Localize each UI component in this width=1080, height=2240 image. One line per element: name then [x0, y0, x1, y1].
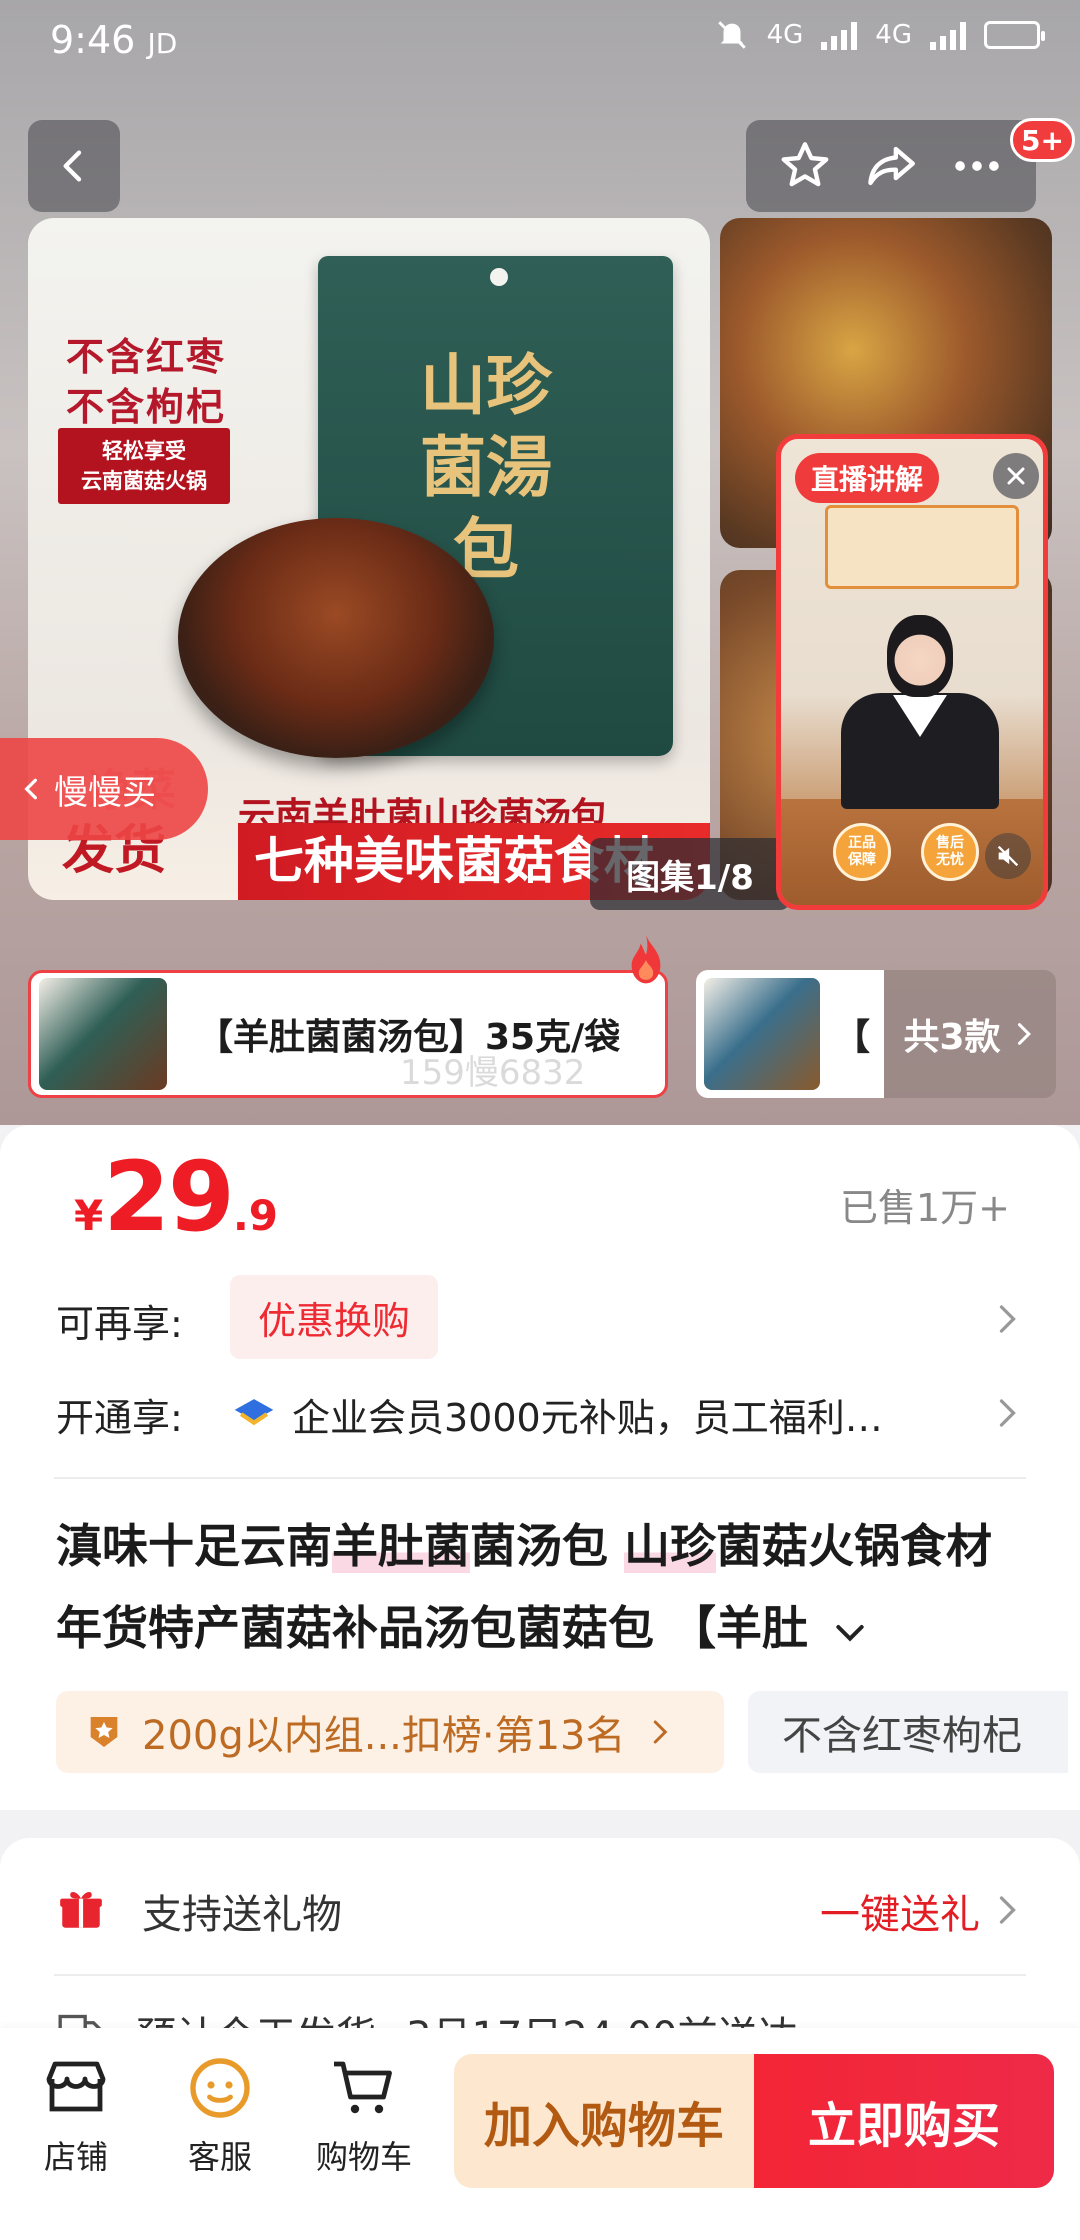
chevron-right-icon[interactable] [988, 1892, 1024, 1928]
signal-icon [930, 20, 966, 50]
product-info-card: ¥ 29 .9 已售1万+ 可再享: 优惠换购 开通享: 企业会员3000元补贴… [0, 1125, 1080, 1810]
customer-service-button[interactable]: 客服 [160, 2052, 280, 2178]
ranking-chip[interactable]: 200g以内组...扣榜·第13名 [56, 1691, 724, 1773]
title-part: 滇味十足云南 [56, 1519, 332, 1573]
divider [54, 1974, 1026, 1976]
trade-in-chip[interactable]: 优惠换购 [230, 1275, 439, 1359]
network-1: 4G [766, 20, 804, 50]
divider [54, 1477, 1026, 1479]
title-highlight: 羊肚菌 [332, 1519, 470, 1573]
chevron-right-icon[interactable] [988, 1395, 1024, 1431]
chevron-left-icon [63, 150, 82, 182]
variant-option-2[interactable]: 【 [696, 970, 884, 1098]
product-gallery[interactable]: 不含红枣 不含枸杞 轻松享受 云南菌菇火锅 山珍 菌湯包 净菜 云南羊肚菌山珍菌… [0, 0, 1080, 1125]
share-icon [868, 146, 915, 186]
back-button[interactable] [28, 120, 120, 212]
cart-button[interactable]: 购物车 [304, 2052, 424, 2178]
more-button[interactable] [948, 137, 1006, 195]
variant-thumbnail [39, 978, 167, 1090]
top-action-bar [746, 120, 1036, 212]
favorite-button[interactable] [776, 137, 834, 195]
cart-label: 购物车 [315, 2138, 412, 2176]
member-benefit-label: 开通享: [56, 1396, 183, 1440]
star-icon [781, 142, 829, 187]
gift-support-label: 支持送礼物 [142, 1892, 342, 1938]
variant-label: 【 [834, 1017, 871, 1058]
claim-no-goji: 不含枸杞 [66, 387, 227, 429]
variant-more-button[interactable]: 共3款 [884, 970, 1056, 1098]
presenter-head [887, 615, 953, 697]
battery-icon [984, 21, 1045, 49]
chevron-down-icon[interactable] [830, 1612, 870, 1652]
live-badge-aftersales: 售后 无忧 [921, 823, 979, 881]
mute-icon [997, 845, 1019, 867]
chevron-right-icon [1017, 1023, 1031, 1045]
rank-badge-icon [90, 1717, 118, 1747]
bag-hole [490, 268, 508, 286]
buy-now-button[interactable]: 立即购买 [754, 2054, 1054, 2188]
gift-icon [60, 1892, 102, 1928]
live-screen [825, 505, 1019, 589]
live-stream-window[interactable]: 直播讲解 正品 保障 售后 无忧 [776, 434, 1048, 910]
price: ¥ 29 .9 [74, 1141, 278, 1253]
soup-bowl-image [178, 518, 494, 758]
sold-count: 已售1万+ [839, 1186, 1010, 1230]
close-icon [1007, 467, 1025, 485]
status-icons: 4G 4G [715, 18, 1045, 52]
live-mute-button[interactable] [985, 833, 1031, 879]
claim-tag: 轻松享受 云南菌菇火锅 [58, 428, 230, 504]
share-button[interactable] [862, 137, 920, 195]
slow-buy-pill[interactable]: 慢慢买 [0, 738, 208, 840]
service-icon [190, 2058, 250, 2118]
slow-buy-label: 慢慢买 [54, 772, 156, 813]
store-label: 店铺 [43, 2138, 108, 2176]
service-label: 客服 [187, 2138, 252, 2176]
signal-icon [821, 20, 858, 50]
feature-tag-chip[interactable]: 不含红枣枸杞 [748, 1691, 1068, 1773]
variant-strip: 【羊肚菌菌汤包】35克/袋 【 共3款 159慢6832 [0, 934, 1080, 1125]
network-2: 4G [875, 20, 912, 50]
chevron-right-icon[interactable] [988, 1301, 1024, 1337]
flame-icon [631, 934, 661, 984]
enterprise-member-icon [234, 1399, 274, 1426]
claim-no-dates: 不含红枣 [66, 337, 227, 379]
store-button[interactable]: 店铺 [16, 2052, 136, 2178]
cart-icon [334, 2061, 392, 2114]
status-bar: 9:46 JD 4G 4G [0, 0, 1080, 80]
variant-count: 共3款 [903, 1017, 1001, 1058]
add-to-cart-button[interactable]: 加入购物车 [454, 2054, 754, 2188]
variant-thumbnail [704, 978, 820, 1090]
title-highlight: 山珍 [624, 1519, 717, 1573]
status-time: 9:46 JD [50, 18, 178, 62]
member-benefit-text[interactable]: 企业会员3000元补贴，员工福利… [292, 1387, 972, 1442]
gallery-counter: 图集1/8 [590, 838, 790, 910]
mute-bell-icon [717, 21, 746, 49]
ranking-text: 200g以内组...扣榜·第13名 [142, 1713, 626, 1759]
live-badge-genuine: 正品 保障 [833, 823, 891, 881]
bottom-action-bar: 店铺 客服 购物车 加入购物车 立即购买 [0, 2028, 1080, 2240]
price-decimal: .9 [232, 1191, 279, 1240]
live-label: 直播讲解 [795, 453, 940, 503]
store-icon [46, 2061, 106, 2112]
chevron-right-icon [653, 1720, 667, 1744]
more-icon [955, 161, 999, 171]
send-gift-button[interactable]: 一键送礼 [820, 1882, 980, 1940]
live-close-button[interactable] [993, 453, 1039, 499]
price-symbol: ¥ [74, 1191, 104, 1240]
price-integer: 29 [103, 1141, 235, 1253]
title-part: 菌汤包 [470, 1519, 625, 1573]
message-badge[interactable]: 5+ [1010, 118, 1075, 162]
chevron-left-icon [24, 778, 37, 800]
product-title[interactable]: 滇味十足云南羊肚菌菌汤包 山珍菌菇火锅食材年货特产菌菇补品汤包菌菇包 【羊肚 [56, 1505, 1036, 1669]
watermark: 159慢6832 [400, 1053, 586, 1093]
extra-benefit-label: 可再享: [56, 1302, 183, 1346]
